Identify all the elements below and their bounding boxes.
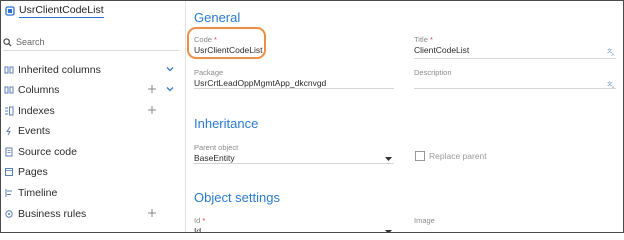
sidebar-item-label: Timeline <box>18 187 58 199</box>
replace-parent-checkbox[interactable] <box>415 151 425 161</box>
package-label: Package <box>194 68 224 77</box>
parent-object-label: Parent object <box>194 143 239 152</box>
sidebar-item-business-rules[interactable]: Business rules <box>1 205 185 223</box>
image-label: Image <box>414 216 435 225</box>
chevron-down-icon[interactable] <box>165 64 175 74</box>
object-header[interactable]: UsrClientCodeList <box>1 1 185 21</box>
lightning-icon <box>6 126 11 136</box>
timeline-icon <box>5 189 12 197</box>
svg-text:A: A <box>612 52 615 56</box>
search-icon <box>3 37 12 47</box>
dropdown-caret-icon[interactable] <box>385 230 392 233</box>
add-index-icon[interactable] <box>147 105 157 115</box>
code-field[interactable]: Code * UsrClientCodeList <box>194 35 394 59</box>
code-value[interactable]: UsrClientCodeList <box>194 45 394 56</box>
sidebar-item-indexes[interactable]: Indexes <box>1 102 185 120</box>
grid-columns-icon <box>4 66 14 74</box>
description-field[interactable]: Description 文 A <box>414 68 616 89</box>
sidebar-item-source-code[interactable]: Source code <box>1 143 185 161</box>
sidebar-item-columns[interactable]: Columns <box>1 81 185 99</box>
sidebar-item-label: Source code <box>18 146 77 158</box>
indexes-icon <box>5 106 14 116</box>
replace-parent-label: Replace parent <box>429 151 487 161</box>
page-icon <box>5 168 13 176</box>
parent-object-select[interactable]: Parent object BaseEntity <box>194 143 394 164</box>
grid-columns-icon <box>4 86 14 94</box>
translate-icon[interactable]: 文 A <box>607 47 616 56</box>
section-title-general: General <box>194 10 241 25</box>
sidebar-item-label: Events <box>18 125 51 137</box>
code-label: Code * <box>194 35 217 44</box>
title-label: Title * <box>414 35 433 44</box>
add-rule-icon[interactable] <box>147 208 157 218</box>
sidebar-item-events[interactable]: Events <box>1 122 185 140</box>
business-rules-icon <box>5 210 13 218</box>
section-title-inheritance: Inheritance <box>194 116 259 131</box>
sidebar-item-label: Columns <box>18 84 60 96</box>
sidebar-search[interactable] <box>3 34 179 51</box>
search-input[interactable] <box>16 37 166 47</box>
object-name[interactable]: UsrClientCodeList <box>19 4 104 18</box>
section-title-object-settings: Object settings <box>194 190 280 205</box>
description-label: Description <box>414 68 452 77</box>
add-column-icon[interactable] <box>147 84 157 94</box>
sidebar-item-timeline[interactable]: Timeline <box>1 184 185 202</box>
image-field[interactable]: Image <box>414 216 616 232</box>
id-select[interactable]: Id * Id <box>194 216 394 233</box>
object-properties-panel: General Code * UsrClientCodeList Title *… <box>187 1 623 232</box>
sidebar-item-label: Inherited columns <box>18 64 101 76</box>
package-field[interactable]: Package UsrCrtLeadOppMgmtApp_dkcnvgd <box>194 68 394 89</box>
id-label: Id * <box>194 216 206 225</box>
app-window: UsrClientCodeList Inherited columns <box>0 0 624 233</box>
sidebar-item-label: Pages <box>18 166 48 178</box>
document-icon <box>5 147 13 157</box>
object-icon <box>5 6 15 16</box>
dropdown-caret-icon[interactable] <box>385 157 392 161</box>
title-field[interactable]: Title * ClientCodeList 文 A <box>414 35 616 59</box>
sidebar-item-pages[interactable]: Pages <box>1 163 185 181</box>
chevron-down-icon[interactable] <box>165 84 175 94</box>
sidebar-item-inherited-columns[interactable]: Inherited columns <box>1 61 185 79</box>
sidebar-item-label: Indexes <box>18 105 55 117</box>
title-value[interactable]: ClientCodeList <box>414 45 616 56</box>
sidebar: UsrClientCodeList Inherited columns <box>1 1 186 232</box>
id-value[interactable]: Id <box>194 226 394 232</box>
sidebar-item-label: Business rules <box>18 208 87 220</box>
